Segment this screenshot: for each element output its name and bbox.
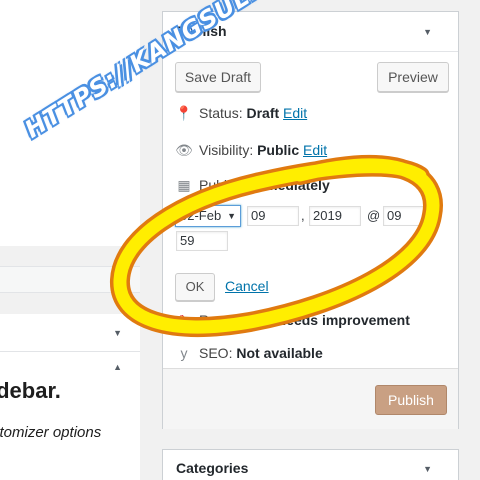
visibility-edit-link[interactable]: Edit (303, 142, 327, 158)
readability-value: Needs improvement (276, 312, 410, 328)
seo-value: Not available (236, 345, 323, 361)
ok-button[interactable]: OK (175, 273, 215, 301)
yoast-readability-icon: ✎ (178, 312, 190, 328)
day-input[interactable]: 09 (247, 206, 299, 226)
publish-schedule-row: ▦ Publish immediately (175, 177, 330, 194)
visibility-label: Visibility: (199, 142, 254, 158)
visibility-row: 👁 Visibility: Public Edit (175, 142, 327, 159)
status-row: 📍 Status: Draft Edit (175, 105, 307, 122)
status-value: Draft (246, 105, 280, 121)
sidebar-heading-text: idebar. (0, 378, 61, 403)
pin-icon: 📍 (175, 105, 193, 121)
publish-schedule-label: Publish (199, 177, 245, 193)
month-select-value: 02-Feb (180, 208, 222, 223)
seo-row: y SEO: Not available (175, 345, 323, 361)
customizer-options-text: stomizer options (0, 424, 102, 441)
readability-label: Readability: (199, 312, 273, 328)
triangle-down-icon[interactable]: ▼ (113, 328, 122, 338)
minute-input[interactable]: 59 (176, 231, 228, 251)
publish-panel: Publish ▼ Save Draft Preview 📍 Status: Dr… (162, 11, 459, 429)
save-draft-button[interactable]: Save Draft (175, 62, 261, 92)
triangle-up-icon[interactable]: ▲ (113, 362, 122, 372)
seo-label: SEO: (199, 345, 233, 361)
month-select[interactable]: 02-Feb ▼ (175, 205, 241, 227)
year-input[interactable]: 2019 (309, 206, 361, 226)
yoast-seo-icon: y (180, 345, 188, 361)
chevron-down-icon: ▼ (227, 211, 236, 221)
publish-action-bar: Publish (163, 368, 458, 429)
editor-meta-box-collapsed[interactable]: ▼ (0, 314, 140, 352)
readability-row: ✎ Readability: Needs improvement (175, 312, 410, 329)
publish-schedule-value: immediately (248, 177, 330, 193)
categories-panel-header[interactable]: Categories ▼ (163, 450, 458, 480)
hour-input[interactable]: 09 (383, 206, 433, 226)
status-label: Status: (199, 105, 243, 121)
preview-button[interactable]: Preview (377, 62, 449, 92)
editor-separator-bar (0, 266, 140, 293)
categories-panel: Categories ▼ (162, 449, 459, 480)
time-at-sign: @ (367, 208, 381, 223)
status-edit-link[interactable]: Edit (283, 105, 307, 121)
calendar-icon: ▦ (177, 177, 191, 193)
triangle-down-icon[interactable]: ▼ (423, 464, 432, 474)
editor-meta-box: ▲ idebar. stomizer options (0, 352, 140, 480)
date-comma: , (301, 208, 305, 223)
categories-panel-title: Categories (176, 460, 249, 476)
visibility-value: Public (257, 142, 300, 158)
eye-icon: 👁 (175, 142, 193, 158)
triangle-down-icon[interactable]: ▼ (423, 27, 432, 37)
cancel-link[interactable]: Cancel (225, 278, 269, 294)
publish-button[interactable]: Publish (375, 385, 447, 415)
